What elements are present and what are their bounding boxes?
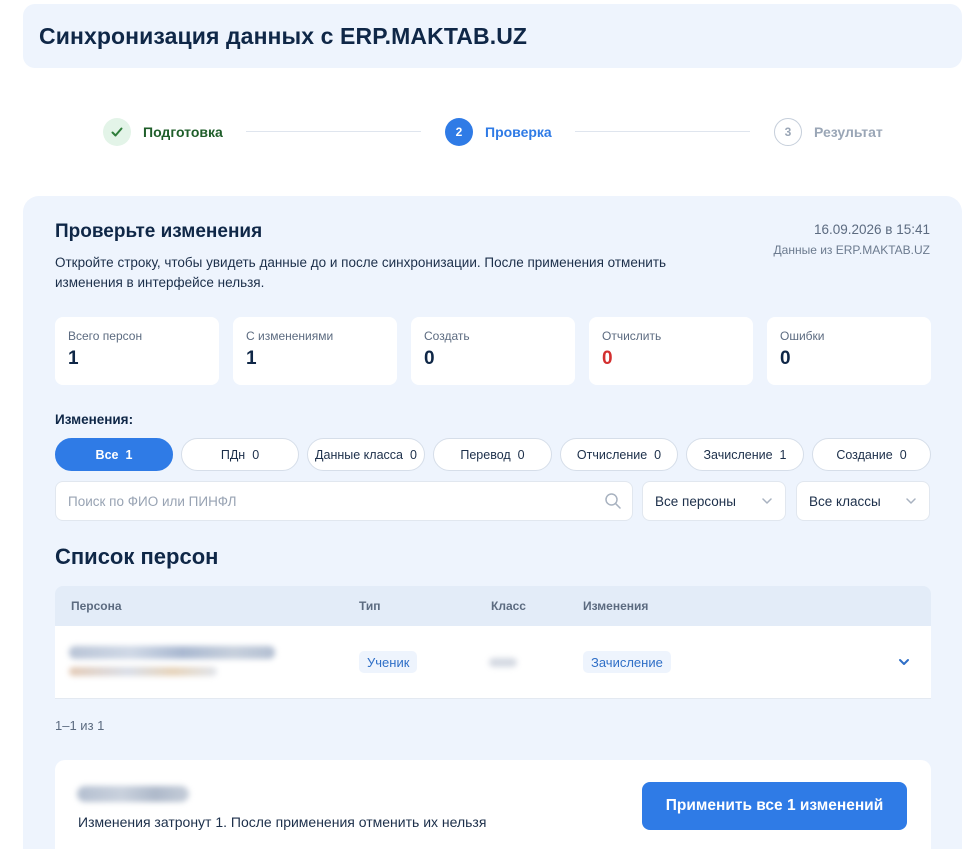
stat-errors: Ошибки 0 — [767, 317, 931, 385]
chip-count: 0 — [899, 447, 907, 462]
chip-label: Все — [95, 447, 119, 462]
stat-value: 0 — [424, 348, 435, 369]
stat-label: Отчислить — [602, 329, 662, 343]
chip-label: Отчисление — [576, 447, 648, 462]
changes-filter-label: Изменения: — [55, 412, 134, 427]
chip-personal-data[interactable]: ПДн 0 — [181, 438, 299, 471]
stat-label: Всего персон — [68, 329, 143, 343]
column-person: Персона — [71, 599, 122, 613]
check-icon — [103, 118, 131, 146]
chip-count: 1 — [125, 447, 133, 462]
chip-count: 0 — [654, 447, 662, 462]
chip-creation[interactable]: Создание 0 — [812, 438, 931, 471]
chip-enrollment[interactable]: Зачисление 1 — [686, 438, 804, 471]
person-id-redacted — [69, 667, 217, 676]
step-result: 3 Результат — [774, 118, 883, 146]
review-description: Откройте строку, чтобы увидеть данные до… — [55, 255, 667, 290]
chip-transfer[interactable]: Перевод 0 — [433, 438, 552, 471]
chevron-down-icon[interactable] — [897, 655, 911, 674]
chip-all[interactable]: Все 1 — [55, 438, 173, 471]
sync-timestamp: 16.09.2026 в 15:41 Данные из ERP.MAKTAB.… — [774, 222, 930, 257]
summary-title-redacted — [77, 786, 189, 802]
chip-label: Создание — [836, 447, 893, 462]
change-type-badge: Зачисление — [583, 651, 671, 673]
step-label: Подготовка — [143, 124, 223, 140]
table-row[interactable]: Ученик Зачисление — [55, 626, 931, 699]
table-header: Персона Тип Класс Изменения — [55, 586, 931, 626]
chip-count: 0 — [410, 447, 417, 462]
column-changes: Изменения — [583, 599, 649, 613]
apply-summary-card: Изменения затронут 1. После применения о… — [55, 760, 931, 849]
data-source: Данные из ERP.MAKTAB.UZ — [773, 243, 930, 257]
apply-warning-text: Изменения затронут 1. После применения о… — [78, 814, 487, 830]
review-panel: Проверьте изменения Откройте строку, что… — [23, 196, 962, 849]
search-box — [55, 481, 633, 521]
step-review: 2 Проверка — [445, 118, 552, 146]
apply-all-button[interactable]: Применить все 1 изменений — [642, 782, 907, 830]
column-type: Тип — [359, 599, 381, 613]
chip-label: ПДн — [220, 447, 246, 462]
chip-count: 0 — [252, 447, 260, 462]
step-label: Проверка — [485, 124, 552, 140]
search-input[interactable] — [68, 493, 588, 509]
step-preparation: Подготовка — [103, 118, 223, 146]
persons-table: Персона Тип Класс Изменения Ученик Зачис… — [55, 586, 931, 699]
stat-label: Ошибки — [780, 329, 825, 343]
chip-label: Перевод — [460, 447, 511, 462]
stat-label: С изменениями — [246, 329, 334, 343]
stats-row: Всего персон 1 С изменениями 1 Создать 0… — [55, 317, 931, 385]
search-icon[interactable] — [604, 492, 622, 515]
chip-label: Данные класса — [315, 447, 403, 462]
stat-value: 1 — [246, 348, 257, 369]
timestamp-date: 16.09.2026 в 15:41 — [813, 222, 930, 237]
review-title: Проверьте изменения — [55, 221, 263, 242]
classes-select-value: Все классы — [809, 493, 881, 509]
persons-list-title: Список персон — [55, 544, 219, 569]
chip-label: Зачисление — [703, 447, 773, 462]
stat-total-persons: Всего персон 1 — [55, 317, 219, 385]
stat-value: 0 — [602, 348, 613, 369]
person-class-redacted — [489, 658, 517, 667]
chip-expulsion[interactable]: Отчисление 0 — [560, 438, 678, 471]
stat-value: 0 — [780, 348, 791, 369]
step-connector — [575, 131, 750, 132]
stat-create: Создать 0 — [411, 317, 575, 385]
column-class: Класс — [491, 599, 526, 613]
stat-label: Создать — [424, 329, 470, 343]
chevron-down-icon — [761, 495, 773, 510]
step-number: 2 — [445, 118, 473, 146]
person-name-redacted — [69, 646, 275, 659]
page-title: Синхронизация данных с ERP.MAKTAB.UZ — [39, 22, 528, 49]
classes-select[interactable]: Все классы — [796, 481, 930, 521]
chip-count: 0 — [517, 447, 525, 462]
step-label: Результат — [814, 124, 883, 140]
change-filter-chips: Все 1 ПДн 0 Данные класса 0 Перевод 0 Отчисл… — [55, 438, 931, 471]
step-connector — [246, 131, 421, 132]
stat-expel: Отчислить 0 — [589, 317, 753, 385]
person-type-badge: Ученик — [359, 651, 418, 673]
stat-with-changes: С изменениями 1 — [233, 317, 397, 385]
chevron-down-icon — [905, 495, 917, 510]
pagination-info: 1–1 из 1 — [55, 718, 105, 733]
stepper: Подготовка 2 Проверка 3 Результат — [0, 110, 962, 154]
chip-count: 1 — [779, 447, 787, 462]
step-number: 3 — [774, 118, 802, 146]
persons-select[interactable]: Все персоны — [642, 481, 786, 521]
page-header: Синхронизация данных с ERP.MAKTAB.UZ — [23, 4, 962, 68]
chip-class-data[interactable]: Данные класса 0 — [307, 438, 425, 471]
stat-value: 1 — [68, 348, 79, 369]
persons-select-value: Все персоны — [655, 493, 736, 509]
